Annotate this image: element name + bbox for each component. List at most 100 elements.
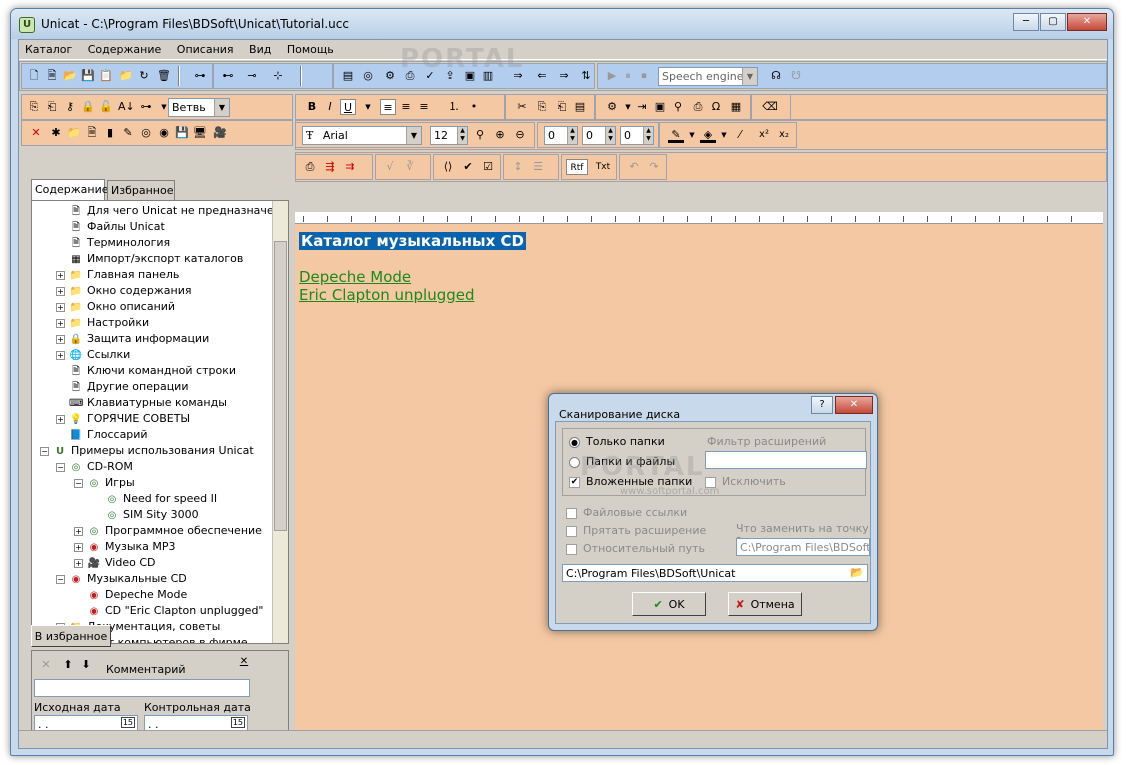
tree-item[interactable]: + 🌐 Ссылки: [56, 347, 130, 363]
phonetic-icon[interactable]: ⟨⟩: [440, 159, 456, 175]
tree-item[interactable]: 🗎 Другие операции: [56, 379, 189, 395]
superscript-button[interactable]: x²: [756, 127, 772, 143]
sort-icon[interactable]: ⇅: [578, 68, 594, 84]
tree-item[interactable]: + 📁 Окно описаний: [56, 299, 175, 315]
close-comment-icon[interactable]: ✕: [236, 654, 252, 670]
copy-catalog-icon[interactable]: 📋: [98, 68, 114, 84]
sort-asc-icon[interactable]: ↕: [510, 159, 526, 175]
bullet-list-icon[interactable]: •: [466, 99, 482, 115]
list-indent-icon[interactable]: ☰: [530, 159, 546, 175]
dialog-close-button[interactable]: ✕: [835, 396, 873, 414]
path-input[interactable]: C:\Program Files\BDSoft\Unicat 📂: [562, 564, 868, 582]
calendar-icon[interactable]: 15: [230, 717, 245, 728]
tree-item[interactable]: ▦ Импорт/экспорт каталогов: [56, 251, 243, 267]
tree-item[interactable]: + ◎ Программное обеспечение: [74, 523, 262, 539]
video-icon[interactable]: 🎥: [212, 125, 228, 141]
tab-favorites[interactable]: Избранное: [107, 180, 175, 200]
tree-item[interactable]: + 🔒 Защита информации: [56, 331, 209, 347]
tree-item[interactable]: 🗎 Файлы Unicat: [56, 219, 165, 235]
add-to-favorites-button[interactable]: В избранное: [31, 625, 111, 647]
paste-icon[interactable]: ⎗: [44, 99, 60, 115]
chevron-down-icon[interactable]: ▼: [684, 127, 700, 143]
align-right-icon[interactable]: ≡: [416, 99, 432, 115]
link-depeche-mode[interactable]: Depeche Mode: [299, 268, 526, 286]
menu-descriptions[interactable]: Описания: [171, 40, 240, 56]
zoom-in-icon[interactable]: ⊕: [492, 127, 508, 143]
tree-scrollbar[interactable]: [272, 201, 288, 643]
sort-az-icon[interactable]: A↓: [118, 99, 135, 115]
expand-icon[interactable]: +: [56, 350, 65, 360]
eyedropper-icon[interactable]: ⁄: [732, 127, 748, 143]
pencil-icon[interactable]: ✎: [120, 125, 136, 141]
spacing-spinner-2[interactable]: 0 ▲ ▼: [582, 126, 616, 145]
highlight-color-icon[interactable]: ✎: [668, 127, 684, 143]
collapse-icon[interactable]: −: [74, 478, 83, 488]
expand-icon[interactable]: +: [56, 302, 65, 312]
trash-icon[interactable]: 🗑: [156, 68, 172, 84]
checkbox-relative-path[interactable]: Относительный путь: [566, 542, 705, 555]
tree-item[interactable]: 🗎 Ключи командной строки: [56, 363, 236, 379]
collapse-icon[interactable]: −: [40, 446, 49, 456]
menu-help[interactable]: Помощь: [281, 40, 340, 56]
tree-item[interactable]: − U Примеры использования Unicat: [40, 443, 254, 459]
tree-item[interactable]: + 🎥 Video CD: [74, 555, 155, 571]
expand-icon[interactable]: +: [74, 542, 83, 552]
italic-button[interactable]: I: [322, 99, 338, 115]
fill-color-icon[interactable]: ◈: [700, 127, 716, 143]
tree-item[interactable]: + 📁 Настройки: [56, 315, 149, 331]
redo-icon[interactable]: ↷: [646, 159, 662, 175]
tree-item[interactable]: ⌨ Клавиатурные команды: [56, 395, 227, 411]
checkbox-file-links[interactable]: Файловые ссылки: [566, 506, 687, 519]
floppy-icon[interactable]: 💾: [174, 125, 190, 141]
export-red-icon[interactable]: ⇶: [322, 159, 338, 175]
calendar-icon[interactable]: 15: [120, 717, 135, 728]
doc-add-icon[interactable]: 🗎: [84, 125, 100, 141]
expand-icon[interactable]: +: [74, 526, 83, 536]
indent-icon[interactable]: ⇥: [634, 99, 650, 115]
zoom-out-icon[interactable]: ⊖: [512, 127, 528, 143]
tree-item[interactable]: + 📁 Окно содержания: [56, 283, 191, 299]
key-icon[interactable]: ⚷: [62, 99, 78, 115]
tree-child-icon[interactable]: ⊸: [244, 68, 260, 84]
new-icon[interactable]: 🗋: [26, 68, 42, 84]
tree-item[interactable]: + ◉ Музыка MP3: [74, 539, 176, 555]
hyperlink-icon[interactable]: ⚲: [670, 99, 686, 115]
back-icon[interactable]: ⇐: [534, 68, 550, 84]
menu-content[interactable]: Содержание: [82, 40, 168, 56]
new-doc-icon[interactable]: 🗎: [44, 68, 60, 84]
find-icon[interactable]: ⚙: [382, 68, 398, 84]
tree-item[interactable]: + 📁 Главная панель: [56, 267, 179, 283]
collapse-icon[interactable]: −: [56, 574, 65, 584]
tree-delete-icon[interactable]: ⊹: [270, 68, 286, 84]
help-button[interactable]: ?: [811, 396, 833, 414]
txt-mode-button[interactable]: Txt: [592, 159, 614, 175]
branch-icon[interactable]: ⊶: [138, 99, 154, 115]
minimize-button[interactable]: ─: [1013, 13, 1039, 31]
tree-item[interactable]: 🗎 Терминология: [56, 235, 170, 251]
chart-icon[interactable]: ▮: [102, 125, 118, 141]
expand-icon[interactable]: +: [56, 286, 65, 296]
copy-text-icon[interactable]: ⎘: [534, 99, 550, 115]
cd-scan-icon[interactable]: ◎: [360, 68, 376, 84]
chevron-down-icon[interactable]: ▼: [360, 99, 376, 115]
chevron-down-icon[interactable]: ▼: [716, 127, 732, 143]
stop-icon[interactable]: ⏹: [636, 68, 652, 84]
zoom-icon[interactable]: ⚲: [472, 127, 488, 143]
unlock-icon[interactable]: 🔓: [98, 99, 114, 115]
export-doc-icon[interactable]: ⇉: [342, 159, 358, 175]
delete-comment-icon[interactable]: ✕: [38, 657, 54, 673]
eraser-icon[interactable]: ⌫: [762, 99, 778, 115]
browse-folder-icon[interactable]: 📂: [850, 566, 864, 579]
tree-item[interactable]: 🗎 Для чего Unicat не предназначен: [56, 203, 281, 219]
close-button[interactable]: ✕: [1067, 13, 1107, 31]
checkbox-hide-extension[interactable]: Прятать расширение: [566, 524, 706, 537]
filter-input[interactable]: [705, 451, 867, 469]
tree-item[interactable]: + 💡 ГОРЯЧИЕ СОВЕТЫ: [56, 411, 190, 427]
expand-icon[interactable]: +: [56, 318, 65, 328]
replace-input[interactable]: C:\Program Files\BDSoft\U: [736, 538, 870, 556]
checklist-icon[interactable]: ☑: [480, 159, 496, 175]
folder-icon[interactable]: 📁: [118, 68, 134, 84]
tree-move-icon[interactable]: ⊷: [220, 68, 236, 84]
subscript-button[interactable]: x₂: [776, 127, 792, 143]
font-size-spinner[interactable]: 12 ▲ ▼: [430, 126, 468, 145]
